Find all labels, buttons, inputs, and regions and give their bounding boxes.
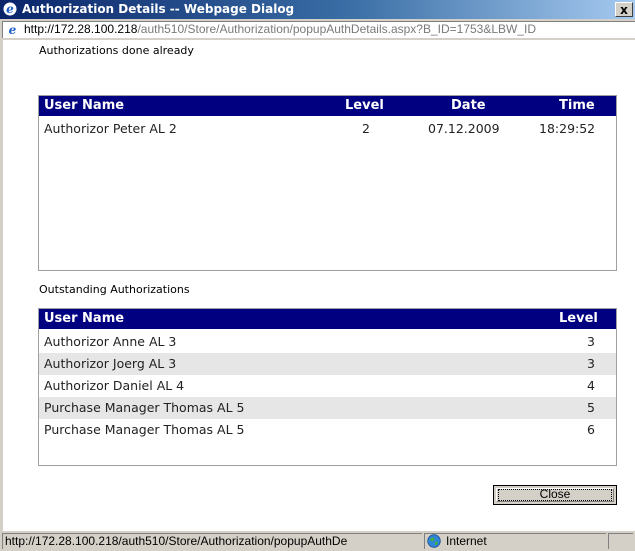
col-level[interactable]: Level bbox=[559, 311, 598, 326]
cell-time: 18:29:52 bbox=[539, 121, 596, 136]
window-title: Authorization Details -- Webpage Dialog bbox=[22, 2, 295, 16]
cell-level: 5 bbox=[587, 400, 595, 415]
close-button-label: Close bbox=[539, 487, 571, 501]
done-table-header: User Name Level Date Time bbox=[39, 96, 616, 116]
table-row[interactable]: Authorizor Anne AL 3 3 bbox=[39, 331, 616, 353]
col-level[interactable]: Level bbox=[345, 98, 384, 113]
title-bar: e Authorization Details -- Webpage Dialo… bbox=[0, 0, 635, 19]
address-url: http://172.28.100.218/auth510/Store/Auth… bbox=[24, 22, 536, 37]
outstanding-table: User Name Level Authorizor Anne AL 3 3 A… bbox=[38, 308, 617, 466]
cell-level: 3 bbox=[587, 356, 595, 371]
address-bar: e http://172.28.100.218/auth510/Store/Au… bbox=[0, 19, 635, 40]
done-table: User Name Level Date Time Authorizor Pet… bbox=[38, 95, 617, 271]
close-window-button[interactable]: x bbox=[615, 2, 633, 17]
cell-user-name: Purchase Manager Thomas AL 5 bbox=[44, 400, 245, 415]
ie-icon: e bbox=[6, 23, 19, 36]
cell-user-name: Authorizor Peter AL 2 bbox=[44, 121, 177, 136]
table-row[interactable]: Purchase Manager Thomas AL 5 6 bbox=[39, 419, 616, 441]
table-row[interactable]: Authorizor Joerg AL 3 3 bbox=[39, 353, 616, 375]
outstanding-table-header: User Name Level bbox=[39, 309, 616, 329]
status-panel bbox=[608, 533, 633, 549]
col-time[interactable]: Time bbox=[559, 98, 595, 113]
cell-user-name: Purchase Manager Thomas AL 5 bbox=[44, 422, 245, 437]
address-host: http://172.28.100.218 bbox=[24, 22, 138, 36]
globe-icon bbox=[427, 534, 441, 548]
done-section-label: Authorizations done already bbox=[39, 44, 194, 57]
table-row[interactable]: Purchase Manager Thomas AL 5 5 bbox=[39, 397, 616, 419]
col-user-name[interactable]: User Name bbox=[44, 98, 124, 113]
cell-level: 4 bbox=[587, 378, 595, 393]
table-row[interactable]: Authorizor Daniel AL 4 4 bbox=[39, 375, 616, 397]
address-path: /auth510/Store/Authorization/popupAuthDe… bbox=[137, 22, 537, 36]
cell-user-name: Authorizor Daniel AL 4 bbox=[44, 378, 185, 393]
cell-level: 6 bbox=[587, 422, 595, 437]
cell-user-name: Authorizor Joerg AL 3 bbox=[44, 356, 177, 371]
cell-level: 3 bbox=[587, 334, 595, 349]
status-url: http://172.28.100.218/auth510/Store/Auth… bbox=[2, 533, 422, 549]
security-zone[interactable]: Internet bbox=[424, 533, 606, 549]
cell-user-name: Authorizor Anne AL 3 bbox=[44, 334, 177, 349]
svg-text:e: e bbox=[9, 23, 17, 36]
cell-date: 07.12.2009 bbox=[428, 121, 500, 136]
svg-text:e: e bbox=[6, 2, 14, 16]
cell-level: 2 bbox=[362, 121, 370, 136]
ie-icon: e bbox=[3, 2, 17, 16]
outstanding-section-label: Outstanding Authorizations bbox=[39, 283, 190, 296]
col-user-name[interactable]: User Name bbox=[44, 311, 124, 326]
address-field[interactable]: e http://172.28.100.218/auth510/Store/Au… bbox=[2, 21, 635, 38]
dialog-window: e Authorization Details -- Webpage Dialo… bbox=[0, 0, 635, 551]
zone-label: Internet bbox=[446, 534, 487, 548]
close-button[interactable]: Close bbox=[493, 485, 617, 505]
table-row[interactable]: Authorizor Peter AL 2 2 07.12.2009 18:29… bbox=[39, 118, 616, 140]
col-date[interactable]: Date bbox=[451, 98, 486, 113]
dialog-content: Authorizations done already User Name Le… bbox=[0, 40, 635, 531]
status-bar: http://172.28.100.218/auth510/Store/Auth… bbox=[0, 531, 635, 551]
